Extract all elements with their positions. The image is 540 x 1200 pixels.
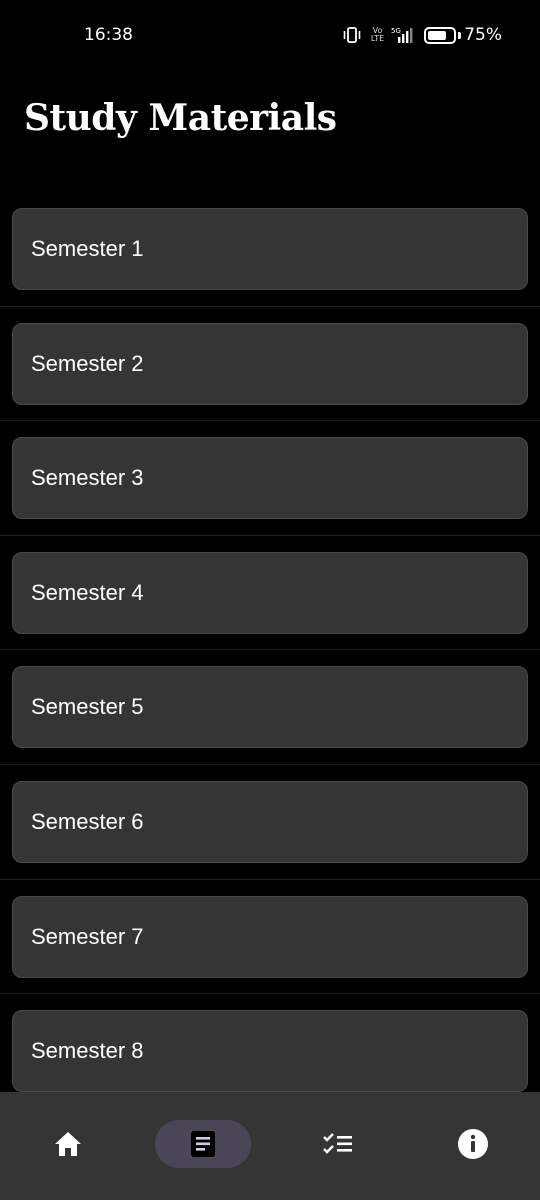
semester-7-card[interactable]: Semester 7 xyxy=(12,895,528,978)
semester-1-card[interactable]: Semester 1 xyxy=(12,208,528,290)
semester-label: Semester 2 xyxy=(31,350,144,376)
semester-2-card[interactable]: Semester 2 xyxy=(12,322,528,405)
nav-info[interactable] xyxy=(425,1120,521,1168)
battery-level xyxy=(428,30,447,40)
nav-study-materials[interactable] xyxy=(154,1120,251,1168)
semester-label: Semester 8 xyxy=(31,1038,144,1064)
semester-label: Semester 5 xyxy=(31,694,144,720)
semester-list: Semester 1 Semester 2 Semester 3 Semeste… xyxy=(0,192,540,1109)
home-icon xyxy=(54,1132,81,1156)
network-label: 5G xyxy=(391,27,401,35)
semester-6-card[interactable]: Semester 6 xyxy=(12,780,528,863)
list-item: Semester 5 xyxy=(0,650,540,765)
bottom-navigation xyxy=(0,1092,540,1200)
list-item: Semester 6 xyxy=(0,765,540,880)
page-title: Study Materials xyxy=(24,97,337,139)
status-bar: 16:38 Vo LTE 5G 75% xyxy=(0,0,540,72)
app-screen: 16:38 Vo LTE 5G 75% Study Materials Seme… xyxy=(0,0,540,1200)
list-item: Semester 7 xyxy=(0,880,540,995)
semester-3-card[interactable]: Semester 3 xyxy=(12,437,528,520)
battery-icon xyxy=(424,26,457,44)
signal-icon: 5G xyxy=(391,27,413,43)
volte-bottom-label: LTE xyxy=(370,34,385,43)
semester-label: Semester 6 xyxy=(31,808,144,834)
semester-label: Semester 7 xyxy=(31,923,144,949)
list-item: Semester 2 xyxy=(0,307,540,422)
checklist-icon xyxy=(322,1133,352,1154)
list-item: Semester 1 xyxy=(0,192,540,307)
document-icon xyxy=(190,1131,215,1157)
nav-home[interactable] xyxy=(20,1120,116,1168)
status-time: 16:38 xyxy=(84,25,133,45)
semester-5-card[interactable]: Semester 5 xyxy=(12,666,528,749)
list-item: Semester 3 xyxy=(0,421,540,536)
info-icon xyxy=(457,1129,488,1159)
semester-label: Semester 4 xyxy=(31,579,144,605)
battery-nub xyxy=(458,31,462,39)
volte-icon: Vo LTE xyxy=(371,27,384,43)
vibrate-icon xyxy=(343,27,361,43)
battery-percent: 75% xyxy=(464,25,502,45)
semester-8-card[interactable]: Semester 8 xyxy=(12,1010,528,1093)
semester-4-card[interactable]: Semester 4 xyxy=(12,551,528,634)
nav-tasks[interactable] xyxy=(290,1120,386,1168)
list-item: Semester 4 xyxy=(0,536,540,651)
semester-label: Semester 3 xyxy=(31,465,144,491)
semester-label: Semester 1 xyxy=(31,236,144,261)
status-icons: Vo LTE 5G 75% xyxy=(343,24,502,46)
